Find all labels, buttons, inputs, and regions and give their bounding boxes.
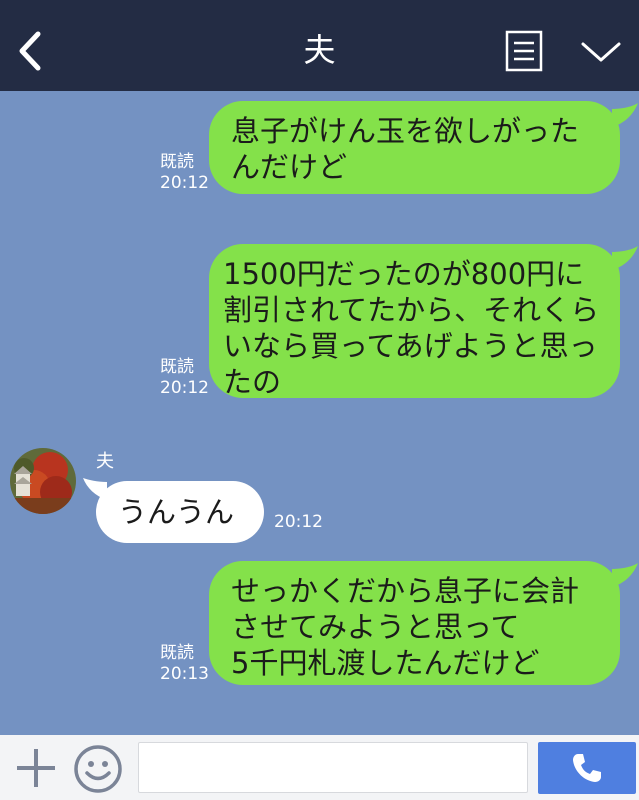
message-time: 20:12 [160,378,209,398]
message-meta: 既読 20:13 [160,643,209,685]
incoming-message-bubble[interactable]: うんうん [96,481,264,543]
read-receipt: 既読 [160,357,194,377]
message-time: 20:12 [160,173,209,193]
chevron-down-icon[interactable] [580,38,622,66]
smiley-icon[interactable] [73,744,123,794]
input-bar [0,735,639,800]
message-meta: 既読 20:12 [160,152,209,194]
chat-header: 夫 [0,0,639,91]
avatar-image [10,448,76,514]
sender-name: 夫 [96,451,114,472]
plus-icon[interactable] [14,746,58,790]
phone-icon [573,754,601,782]
message-time: 20:12 [274,512,323,532]
bubble-tail [612,103,638,127]
bubble-tail [612,563,638,587]
chat-title: 夫 [303,31,336,69]
outgoing-message-bubble[interactable]: 息子がけん玉を欲しがった んだけど [209,101,620,194]
message-input[interactable] [138,742,528,793]
outgoing-message-bubble[interactable]: 1500円だったのが800円に 割引されてたから、それくら いなら買ってあげよう… [209,244,620,399]
chat-area: 既読 20:12 息子がけん玉を欲しがった んだけど 既読 20:12 1500… [0,91,639,735]
message-meta: 既読 20:12 [160,357,209,399]
avatar[interactable] [10,448,76,514]
notes-menu-icon[interactable] [505,30,543,72]
read-receipt: 既読 [160,643,194,663]
read-receipt: 既読 [160,152,194,172]
call-button[interactable] [538,742,636,794]
bubble-tail [612,246,638,270]
outgoing-message-bubble[interactable]: せっかくだから息子に会計 させてみようと思って 5千円札渡したんだけど [209,561,620,685]
message-time: 20:13 [160,664,209,684]
